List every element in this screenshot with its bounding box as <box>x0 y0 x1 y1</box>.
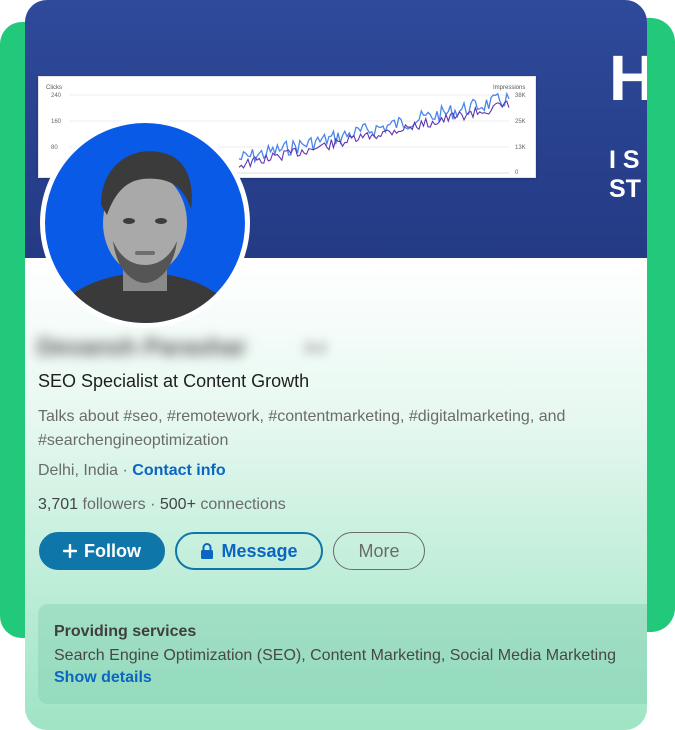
avatar[interactable] <box>40 118 250 328</box>
right-tick: 0 <box>515 170 519 176</box>
banner-headline: H <box>609 42 647 114</box>
followers-count: 3,701 <box>38 496 79 513</box>
right-tick: 13K <box>515 145 526 151</box>
show-details-link[interactable]: Show details <box>54 669 152 687</box>
follow-label: Follow <box>84 540 141 561</box>
connections-label: connections <box>200 496 286 513</box>
connection-degree: 3rd <box>303 340 327 357</box>
banner-subline: I S ST <box>609 146 641 203</box>
right-tick: 25K <box>515 119 526 125</box>
plus-icon <box>63 544 77 558</box>
message-button[interactable]: Message <box>175 532 323 570</box>
profile-location: Delhi, India <box>38 462 119 479</box>
right-tick: 38K <box>515 93 526 99</box>
clicks-line <box>238 91 510 164</box>
right-axis-title: Impressions <box>493 85 525 91</box>
avatar-portrait <box>51 151 239 323</box>
providing-services-panel: Providing services Search Engine Optimiz… <box>38 604 647 704</box>
left-axis-title: Clicks <box>46 85 62 91</box>
connections-count: 500+ <box>159 496 196 513</box>
profile-about: Talks about #seo, #remotework, #contentm… <box>38 408 566 449</box>
separator-dot: · <box>150 496 156 513</box>
follow-button[interactable]: Follow <box>39 532 165 570</box>
more-label: More <box>358 540 400 561</box>
profile-screenshot: Clicks Impressions 240 160 80 38K 25K 13… <box>0 0 675 730</box>
left-tick: 240 <box>51 93 62 99</box>
location-row: Delhi, India · Contact info <box>38 462 226 480</box>
stats-row: 3,701 followers · 500+ connections <box>38 496 286 514</box>
message-label: Message <box>221 540 298 561</box>
more-button[interactable]: More <box>333 532 425 570</box>
contact-info-link[interactable]: Contact info <box>132 462 225 479</box>
profile-headline: SEO Specialist at Content Growth <box>38 371 310 391</box>
lock-icon <box>200 543 214 559</box>
followers-label: followers <box>82 496 146 513</box>
profile-name: Devansh Parashar <box>37 334 247 361</box>
services-title: Providing services <box>54 623 197 640</box>
services-list: Search Engine Optimization (SEO), Conten… <box>54 647 617 664</box>
profile-card: Clicks Impressions 240 160 80 38K 25K 13… <box>25 0 647 730</box>
separator-dot: · <box>122 462 128 479</box>
